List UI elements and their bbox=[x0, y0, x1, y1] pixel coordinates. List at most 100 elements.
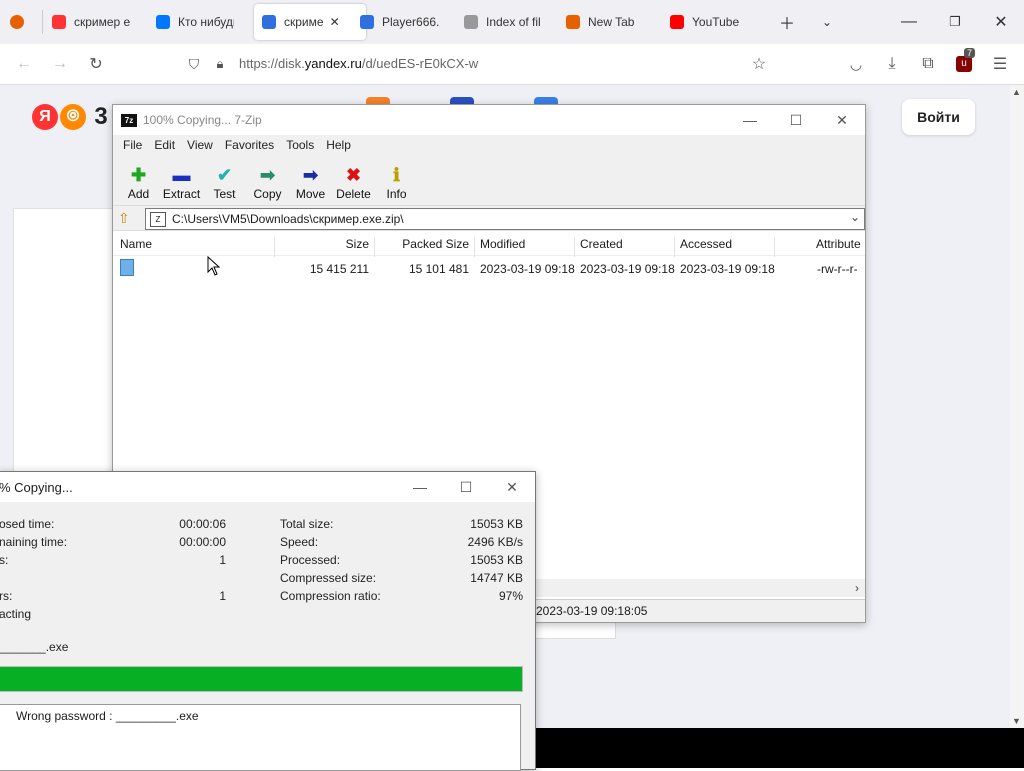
path-dropdown-icon[interactable]: ⌄ bbox=[850, 210, 860, 224]
column-divider[interactable] bbox=[374, 237, 375, 257]
column-divider[interactable] bbox=[274, 237, 275, 257]
tab-list-chevron-icon[interactable]: ⌄ bbox=[804, 0, 850, 44]
taskbar-strip bbox=[534, 728, 1024, 768]
column-attributes[interactable]: Attribute bbox=[816, 237, 861, 251]
page-scrollbar[interactable]: ▲ ▼ bbox=[1010, 85, 1024, 728]
browser-tab[interactable]: Кто нибудь bbox=[156, 4, 234, 40]
progress-minimize-button[interactable]: — bbox=[397, 472, 443, 502]
browser-tab[interactable]: скриме ✕ bbox=[254, 4, 366, 40]
progress-bar-fill bbox=[0, 667, 522, 691]
toolbar-label: Move bbox=[295, 187, 326, 201]
table-row[interactable]: 15 415 211 15 101 481 2023-03-19 09:18 2… bbox=[113, 256, 865, 278]
pocket-icon[interactable]: ◡ bbox=[844, 52, 868, 76]
browser-tab[interactable]: Player666. bbox=[360, 4, 440, 40]
menu-item[interactable]: Favorites bbox=[219, 138, 280, 152]
menu-item[interactable]: Tools bbox=[280, 138, 320, 152]
7zip-toolbar: ✚ Add ▬ Extract ✔ Test ➡ Copy ➡ Move ✖ Delete ℹ Info bbox=[113, 155, 865, 206]
yandex-icon bbox=[52, 15, 66, 29]
toolbar-label: Delete bbox=[336, 187, 371, 201]
test-button[interactable]: ✔ Test bbox=[203, 155, 246, 205]
menu-item[interactable]: File bbox=[117, 138, 148, 152]
copy-progress-dialog: % Copying... — ☐ ✕ osed time: 00:00:06 nai… bbox=[0, 471, 536, 771]
path-input[interactable]: Z C:\Users\VM5\Downloads\скример.exe.zip… bbox=[145, 208, 865, 230]
yandex-logo[interactable]: Я ⦾ 3 bbox=[32, 103, 116, 130]
browser-tab[interactable]: YouTube bbox=[670, 4, 750, 40]
browser-tab[interactable]: Index of fil bbox=[464, 4, 546, 40]
stat-label: rs: bbox=[0, 589, 13, 603]
minimize-button[interactable]: — bbox=[886, 0, 932, 44]
file-icon bbox=[120, 259, 134, 276]
error-message-box: Wrong password : _________.exe bbox=[0, 704, 521, 771]
column-divider[interactable] bbox=[474, 237, 475, 257]
menu-item[interactable]: Help bbox=[320, 138, 357, 152]
stat-label: Speed: bbox=[280, 535, 319, 549]
column-divider[interactable] bbox=[574, 237, 575, 257]
cell-packed-size: 15 101 481 bbox=[408, 262, 469, 276]
close-window-button[interactable]: ✕ bbox=[978, 0, 1024, 44]
scroll-right-icon[interactable]: › bbox=[855, 581, 859, 595]
menu-item[interactable]: Edit bbox=[148, 138, 181, 152]
close-tab-icon[interactable]: ✕ bbox=[330, 15, 340, 29]
cell-created: 2023-03-19 09:18 bbox=[580, 262, 675, 276]
progress-close-button[interactable]: ✕ bbox=[489, 472, 535, 502]
tab-label: YouTube bbox=[692, 15, 740, 29]
yandex-logo-rings-icon: ⦾ bbox=[60, 104, 86, 130]
browser-tab-bar: скример е Кто нибудь скриме ✕ Player666. Inde… bbox=[0, 0, 1024, 44]
url-prefix: https://disk. bbox=[239, 56, 305, 71]
column-divider[interactable] bbox=[674, 237, 675, 257]
extract-button[interactable]: ▬ Extract bbox=[160, 155, 203, 205]
column-modified[interactable]: Modified bbox=[480, 237, 525, 251]
url-bar[interactable]: https://disk.yandex.ru/d/uedES-rE0kCX-w bbox=[239, 56, 478, 71]
column-size[interactable]: Size bbox=[346, 237, 369, 251]
7zip-close-button[interactable]: ✕ bbox=[819, 105, 865, 135]
column-accessed[interactable]: Accessed bbox=[680, 237, 732, 251]
restore-button[interactable]: ❐ bbox=[932, 0, 978, 44]
yandex-logo-letter: Я bbox=[32, 104, 58, 130]
bookmark-star-icon[interactable]: ☆ bbox=[747, 52, 771, 76]
forward-button[interactable]: → bbox=[48, 52, 72, 76]
browser-tab[interactable]: New Tab bbox=[566, 4, 644, 40]
up-folder-icon[interactable]: ⇧ bbox=[118, 210, 134, 226]
hamburger-menu-icon[interactable]: ☰ bbox=[988, 52, 1012, 76]
login-button[interactable]: Войти bbox=[902, 99, 975, 135]
stat-label: Total size: bbox=[280, 517, 334, 531]
firefox-menu-icon[interactable] bbox=[10, 4, 30, 40]
column-name[interactable]: Name bbox=[120, 237, 152, 251]
back-button[interactable]: ← bbox=[12, 52, 36, 76]
tab-label: скриме bbox=[284, 15, 324, 29]
extensions-icon[interactable]: ⧉ bbox=[916, 52, 940, 76]
delete-button[interactable]: ✖ Delete bbox=[332, 155, 375, 205]
7zip-maximize-button[interactable]: ☐ bbox=[773, 105, 819, 135]
column-created[interactable]: Created bbox=[580, 237, 623, 251]
stat-value: 2496 KB/s bbox=[467, 535, 523, 549]
toolbar-label: Info bbox=[386, 187, 407, 201]
download-icon[interactable]: ⤓ bbox=[880, 52, 904, 76]
stat-value: 00:00:00 bbox=[179, 535, 226, 549]
progress-maximize-button[interactable]: ☐ bbox=[443, 472, 489, 502]
scroll-up-icon[interactable]: ▲ bbox=[1012, 87, 1021, 97]
copy-button[interactable]: ➡ Copy bbox=[246, 155, 289, 205]
reload-button[interactable]: ↻ bbox=[84, 52, 108, 76]
info-button[interactable]: ℹ Info bbox=[375, 155, 418, 205]
menu-item[interactable]: View bbox=[181, 138, 219, 152]
stat-value: 15053 KB bbox=[470, 553, 523, 567]
lock-icon[interactable]: 🔒︎ bbox=[208, 52, 232, 76]
7zip-menu-bar: File Edit View Favorites Tools Help bbox=[113, 135, 865, 155]
move-button[interactable]: ➡ Move bbox=[289, 155, 332, 205]
archive-file-icon: Z bbox=[150, 211, 166, 227]
stat-value: 1 bbox=[219, 553, 226, 567]
add-button[interactable]: ✚ Add bbox=[117, 155, 160, 205]
stat-value: 15053 KB bbox=[470, 517, 523, 531]
youtube-icon bbox=[670, 15, 684, 29]
7zip-minimize-button[interactable]: — bbox=[727, 105, 773, 135]
scroll-down-icon[interactable]: ▼ bbox=[1012, 716, 1021, 726]
ublock-icon[interactable]: u7 bbox=[952, 48, 976, 76]
copy-arrow-icon: ➡ bbox=[259, 164, 276, 185]
stat-label: naining time: bbox=[0, 535, 68, 549]
column-divider[interactable] bbox=[774, 237, 775, 257]
move-arrow-icon: ➡ bbox=[302, 164, 319, 185]
column-packed-size[interactable]: Packed Size bbox=[402, 237, 469, 251]
tracking-shield-icon[interactable]: ⛉ bbox=[182, 52, 206, 76]
browser-tab[interactable]: скример е bbox=[52, 4, 132, 40]
cell-accessed: 2023-03-19 09:18 bbox=[680, 262, 775, 276]
